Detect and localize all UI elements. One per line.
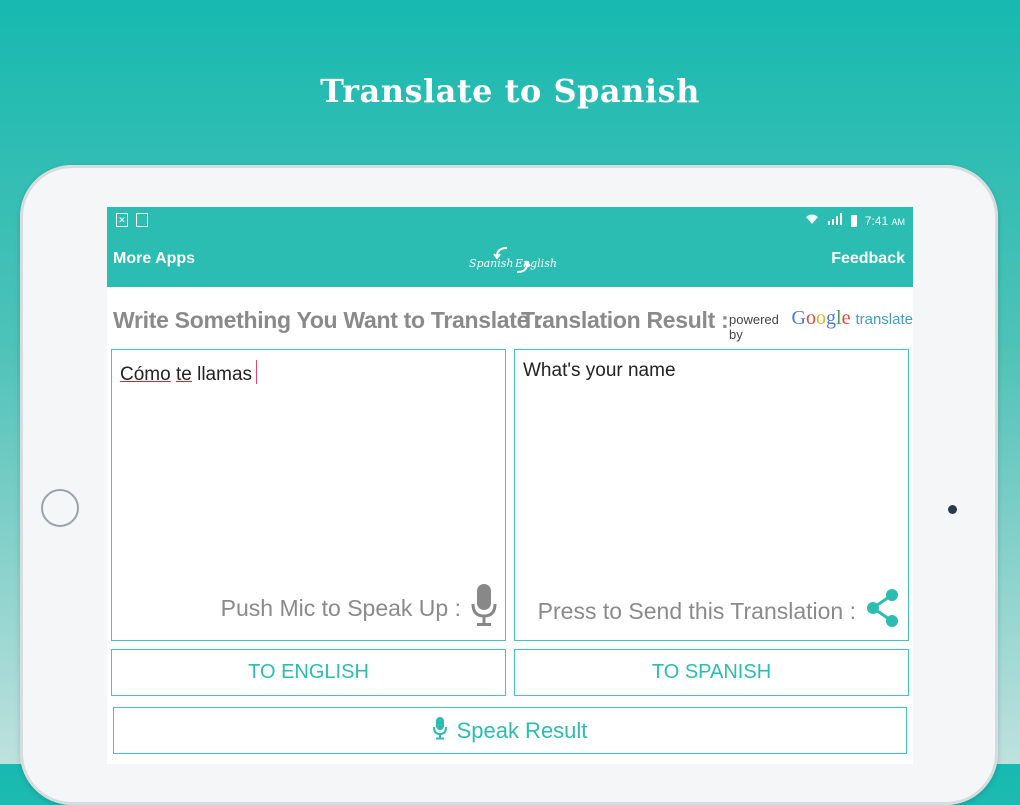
input-text[interactable]: Cómo te llamas bbox=[120, 360, 258, 386]
home-button[interactable] bbox=[41, 489, 79, 527]
result-textarea[interactable]: What's your name Press to Send this Tran… bbox=[514, 349, 909, 641]
result-label: Translation Result : bbox=[521, 307, 729, 333]
to-english-button[interactable]: TO ENGLISH bbox=[111, 649, 506, 696]
more-apps-button[interactable]: More Apps bbox=[113, 250, 195, 268]
share-hint-label: Press to Send this Translation : bbox=[537, 597, 856, 624]
mic-hint-label: Push Mic to Speak Up : bbox=[220, 594, 461, 621]
to-spanish-button[interactable]: TO SPANISH bbox=[514, 649, 909, 696]
powered-prefix: powered by bbox=[729, 312, 779, 342]
input-word-3: llamas bbox=[197, 364, 253, 385]
speak-result-button[interactable]: Speak Result bbox=[113, 707, 907, 754]
camera-icon bbox=[948, 505, 957, 514]
powered-suffix: translate bbox=[855, 311, 913, 328]
app-logo: Spanish English bbox=[467, 242, 557, 278]
input-textarea[interactable]: Cómo te llamas Push Mic to Speak Up : bbox=[111, 349, 506, 641]
input-label: Write Something You Want to Translate : bbox=[113, 307, 543, 333]
result-text: What's your name bbox=[523, 360, 676, 381]
microphone-small-icon bbox=[432, 716, 447, 746]
logo-left-word: Spanish bbox=[469, 257, 513, 270]
input-word-1: Cómo bbox=[120, 364, 171, 385]
status-bar: ✕ 7:41 AM bbox=[107, 207, 913, 232]
google-logo: Google bbox=[791, 307, 851, 329]
speak-result-label: Speak Result bbox=[456, 717, 588, 743]
status-left: ✕ bbox=[116, 213, 148, 227]
microphone-icon[interactable] bbox=[471, 582, 497, 634]
powered-by-google: powered by Google translate bbox=[729, 307, 913, 342]
mic-hint: Push Mic to Speak Up : bbox=[221, 582, 497, 634]
device-screen: ✕ 7:41 AM More Apps Spanish English Feed… bbox=[107, 207, 913, 764]
share-hint: Press to Send this Translation : bbox=[538, 588, 900, 634]
main-content: Write Something You Want to Translate : … bbox=[107, 287, 913, 764]
promo-title: Translate to Spanish bbox=[320, 72, 700, 110]
image-notification-icon bbox=[136, 213, 148, 227]
signal-icon bbox=[827, 213, 843, 228]
share-icon[interactable] bbox=[866, 588, 900, 634]
app-bar: More Apps Spanish English Feedback bbox=[107, 232, 913, 287]
status-time: 7:41 AM bbox=[864, 213, 905, 228]
status-right: 7:41 AM bbox=[805, 213, 905, 228]
battery-icon bbox=[850, 214, 857, 227]
notification-x-icon: ✕ bbox=[116, 213, 128, 227]
text-caret bbox=[256, 360, 258, 384]
input-word-2: te bbox=[175, 364, 192, 385]
logo-right-word: English bbox=[514, 257, 557, 270]
wifi-icon bbox=[805, 213, 819, 228]
feedback-button[interactable]: Feedback bbox=[831, 250, 905, 268]
